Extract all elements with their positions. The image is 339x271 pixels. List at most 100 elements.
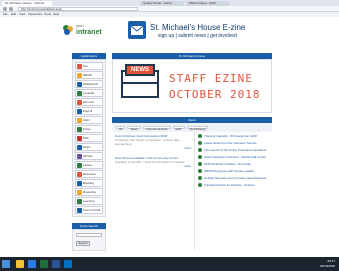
app-label: QPulse: [83, 154, 93, 158]
bullet-icon: [198, 169, 202, 173]
app-link[interactable]: Forms Portal: [75, 206, 103, 214]
app-label: HRMS: [83, 73, 92, 77]
headline-text[interactable]: Training Calendar - 8th December 2018: [204, 134, 257, 138]
headline-item[interactable]: Training Calendar - 8th December 2018: [198, 134, 269, 138]
tab-announcements[interactable]: Announcements: [142, 126, 171, 131]
app-link[interactable]: ALL: [75, 62, 103, 70]
news-item[interactable]: New Fitness Available in the Community C…: [115, 156, 191, 168]
back-icon[interactable]: [3, 7, 7, 11]
ezine-subtitle[interactable]: sign up | submit news | get involved: [158, 33, 237, 39]
news-headline-list: Training Calendar - 8th December 2018 Lat…: [194, 132, 272, 250]
main-content: St. Michael's House NEWS STAFF EZINE OCT…: [112, 53, 272, 257]
ezine-banner[interactable]: NEWS STAFF EZINE OCTOBER 2018: [112, 59, 272, 113]
app-link[interactable]: HRMS: [75, 71, 103, 79]
app-label: Forms Portal: [83, 208, 101, 212]
headline-text[interactable]: Holiday Reminder and Annual Leave Reques…: [204, 176, 266, 180]
headline-text[interactable]: Important Notice for Parking - October: [204, 183, 255, 187]
headline-item[interactable]: 2018 Wellness Initiative - Reminder: [198, 162, 269, 166]
logo-text: intranet: [76, 29, 102, 36]
headline-item[interactable]: Important Notice for Parking - October: [198, 183, 269, 187]
app-link[interactable]: CoreHR: [75, 89, 103, 97]
bullet-icon: [198, 176, 202, 180]
app-link[interactable]: Workbench: [75, 80, 103, 88]
app-logo-icon: [77, 81, 82, 87]
quick-search-input[interactable]: [76, 233, 102, 237]
headline-text[interactable]: Latest News from the Volunteer Service: [204, 141, 257, 145]
tab-news[interactable]: News: [127, 126, 141, 131]
app-logo-icon: [77, 207, 82, 213]
clock-date: 03/10/2018: [319, 264, 335, 268]
app-logo-icon: [77, 171, 82, 177]
applications-sidebar: Applications ALL HRMS Workbench CoreHR iProc…: [72, 53, 106, 257]
bullet-icon: [198, 141, 202, 145]
ezine-icon[interactable]: [128, 21, 146, 39]
applications-list: ALL HRMS Workbench CoreHR iProcure Payroll CHD…: [72, 59, 106, 217]
headline-text[interactable]: HRMS Employee Self Service update: [204, 169, 254, 173]
app-link[interactable]: Rostering: [75, 188, 103, 196]
outlook-icon[interactable]: [64, 260, 72, 268]
app-link[interactable]: Learning: [75, 197, 103, 205]
app-link[interactable]: Booking: [75, 179, 103, 187]
app-logo-icon: [77, 72, 82, 78]
app-link[interactable]: Payroll: [75, 107, 103, 115]
news-featured-list: Cost Christmas Card Competition 2018 Chr…: [112, 132, 194, 250]
screen: St. Michael's House - Intranet Quality P…: [0, 0, 339, 271]
app-link[interactable]: Resource: [75, 170, 103, 178]
news-columns: Cost Christmas Card Competition 2018 Chr…: [112, 132, 272, 250]
tab-all[interactable]: All: [116, 126, 126, 131]
app-label: Library: [83, 163, 93, 167]
headline-item[interactable]: Holiday Reminder and Annual Leave Reques…: [198, 176, 269, 180]
tab-fundraising[interactable]: Fundraising: [186, 126, 209, 131]
quick-search-button[interactable]: Search: [76, 241, 90, 246]
news-item[interactable]: Cost Christmas Card Competition 2018 Chr…: [115, 134, 191, 150]
excel-icon[interactable]: [40, 260, 48, 268]
app-link[interactable]: Library: [75, 161, 103, 169]
headline-item[interactable]: HIQA Inspection Outcome - Residential Ce…: [198, 155, 269, 159]
more-link[interactable]: more: [115, 164, 191, 168]
app-logo-icon: [77, 126, 82, 132]
file-explorer-icon[interactable]: [16, 260, 24, 268]
windows-start-icon[interactable]: [2, 260, 10, 268]
app-logo-icon: [77, 189, 82, 195]
news-tabs: All News Announcements EAP Fundraising: [112, 123, 272, 132]
news-item-summary: Available to all staff - check the timet…: [115, 160, 185, 164]
news-item-summary: Christmas card design competition - clos…: [115, 138, 180, 146]
more-link[interactable]: more: [115, 146, 191, 150]
headline-text[interactable]: 2018 Wellness Initiative - Reminder: [204, 162, 251, 166]
app-link[interactable]: Pulse: [75, 125, 103, 133]
headline-item[interactable]: The Launch of the Policy Procedure Handb…: [198, 148, 269, 152]
app-logo-icon: [77, 144, 82, 150]
app-link[interactable]: PDF: [75, 134, 103, 142]
headline-text[interactable]: The Launch of the Policy Procedure Handb…: [204, 148, 266, 152]
app-label: iProcure: [83, 100, 95, 104]
banner-line-1: STAFF EZINE: [169, 72, 253, 85]
app-link[interactable]: iProcure: [75, 98, 103, 106]
app-label: Booking: [83, 181, 94, 185]
tab-eap[interactable]: EAP: [172, 126, 185, 131]
headline-item[interactable]: Latest News from the Volunteer Service: [198, 141, 269, 145]
url-input[interactable]: http://smh/intranet/default.aspx: [18, 7, 138, 11]
logo-mark-icon: [63, 25, 73, 35]
app-link[interactable]: QPulse: [75, 152, 103, 160]
intranet-page: smh intranet St. Michael's House E-zine …: [0, 17, 339, 257]
headline-text[interactable]: HIQA Inspection Outcome - Residential Ce…: [204, 155, 266, 159]
browser-icon[interactable]: [28, 260, 36, 268]
bullet-icon: [198, 134, 202, 138]
bullet-icon: [198, 148, 202, 152]
app-logo-icon: [77, 162, 82, 168]
intranet-logo[interactable]: smh intranet: [62, 20, 112, 42]
app-logo-icon: [77, 180, 82, 186]
app-label: ALL: [83, 64, 89, 68]
headline-item[interactable]: HRMS Employee Self Service update: [198, 169, 269, 173]
app-link[interactable]: CHD: [75, 116, 103, 124]
ezine-title[interactable]: St. Michael's House E-zine: [150, 23, 245, 32]
app-label: CHD: [83, 118, 90, 122]
page-header: smh intranet St. Michael's House E-zine …: [0, 17, 339, 47]
app-label: Workbench: [83, 82, 99, 86]
app-label: Resource: [83, 172, 96, 176]
system-clock[interactable]: 09:17 03/10/2018: [320, 259, 335, 269]
app-link[interactable]: HIQA: [75, 143, 103, 151]
forward-icon[interactable]: [9, 7, 13, 11]
app-logo-icon: [77, 90, 82, 96]
word-icon[interactable]: [52, 260, 60, 268]
